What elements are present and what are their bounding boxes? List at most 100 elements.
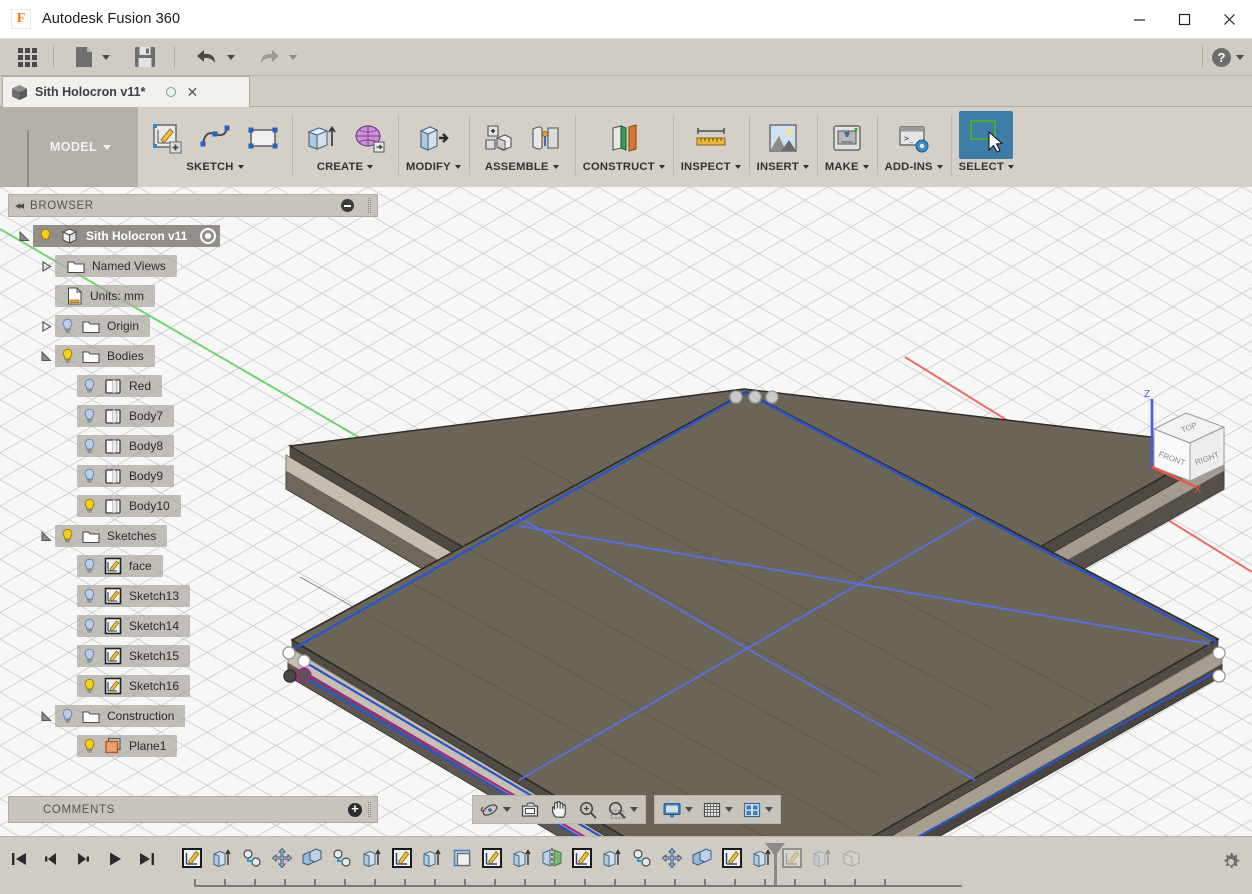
light-bulb-icon[interactable] bbox=[82, 738, 97, 754]
light-bulb-icon[interactable] bbox=[82, 378, 97, 394]
display-settings-icon[interactable] bbox=[658, 797, 697, 822]
light-bulb-icon[interactable] bbox=[60, 708, 75, 724]
timeline-settings-gear-icon[interactable] bbox=[1220, 851, 1242, 878]
tree-node-body[interactable]: Sketches bbox=[55, 525, 167, 547]
ribbon-group-label[interactable]: INSERT bbox=[757, 161, 809, 173]
browser-node-units[interactable]: Units: mm bbox=[38, 285, 378, 307]
help-icon[interactable]: ? bbox=[1212, 48, 1231, 67]
orbit-icon[interactable] bbox=[476, 797, 515, 822]
twisty-expanded-icon[interactable] bbox=[16, 225, 33, 247]
ribbon-group-label[interactable]: ADD-INS bbox=[885, 161, 943, 173]
timeline-body-icon[interactable] bbox=[838, 843, 866, 873]
tree-node-body[interactable]: Sketch13 bbox=[77, 585, 190, 607]
script-addin-icon[interactable]: >_ bbox=[893, 117, 935, 159]
timeline-sketch-icon[interactable] bbox=[718, 843, 746, 873]
timeline-mirror-icon[interactable] bbox=[538, 843, 566, 873]
workspace-selector[interactable]: MODEL bbox=[0, 107, 138, 187]
sculpt-form-icon[interactable] bbox=[348, 117, 390, 159]
comments-panel[interactable]: COMMENTS + bbox=[8, 796, 378, 823]
tree-node-body[interactable]: Sketch14 bbox=[77, 615, 190, 637]
light-bulb-icon[interactable] bbox=[60, 318, 75, 334]
ribbon-group-label[interactable]: MAKE bbox=[825, 161, 869, 173]
browser-node-red[interactable]: Red bbox=[60, 375, 378, 397]
activate-component-icon[interactable] bbox=[200, 228, 216, 244]
redo-icon[interactable] bbox=[251, 42, 303, 72]
browser-node-sketches[interactable]: Sketches bbox=[38, 525, 378, 547]
jump-to-beginning-icon[interactable] bbox=[8, 847, 30, 871]
add-comment-icon[interactable]: + bbox=[348, 803, 362, 817]
new-component-icon[interactable] bbox=[477, 117, 519, 159]
browser-node-body9[interactable]: Body9 bbox=[60, 465, 378, 487]
insert-image-icon[interactable] bbox=[762, 117, 804, 159]
tree-node-body[interactable]: Body9 bbox=[77, 465, 174, 487]
tree-node-body[interactable]: face bbox=[77, 555, 163, 577]
minimize-button[interactable] bbox=[1117, 0, 1162, 39]
browser-node-origin[interactable]: Origin bbox=[38, 315, 378, 337]
ribbon-group-label[interactable]: CREATE bbox=[317, 161, 373, 173]
select-cursor-icon[interactable] bbox=[959, 111, 1013, 159]
timeline-joint-icon[interactable] bbox=[628, 843, 656, 873]
timeline-extrude-icon[interactable] bbox=[358, 843, 386, 873]
rectangle-icon[interactable] bbox=[242, 117, 284, 159]
twisty-expanded-icon[interactable] bbox=[38, 345, 55, 367]
tree-node-body[interactable]: Sith Holocron v11 bbox=[33, 225, 220, 247]
step-back-icon[interactable] bbox=[40, 847, 62, 871]
timeline-extrude-icon[interactable] bbox=[598, 843, 626, 873]
light-bulb-icon[interactable] bbox=[82, 618, 97, 634]
timeline-track[interactable] bbox=[178, 843, 1192, 893]
create-sketch-icon[interactable] bbox=[146, 117, 188, 159]
tree-node-body[interactable]: Plane1 bbox=[77, 735, 177, 757]
timeline-sketch-icon[interactable] bbox=[178, 843, 206, 873]
construction-plane-icon[interactable] bbox=[603, 117, 645, 159]
light-bulb-icon[interactable] bbox=[38, 228, 53, 244]
chevron-down-icon[interactable] bbox=[1236, 55, 1244, 60]
timeline-extrude-icon[interactable] bbox=[418, 843, 446, 873]
light-bulb-icon[interactable] bbox=[82, 678, 97, 694]
light-bulb-icon[interactable] bbox=[82, 558, 97, 574]
tree-node-body[interactable]: Bodies bbox=[55, 345, 155, 367]
tree-node-body[interactable]: Named Views bbox=[55, 255, 177, 277]
minimize-panel-icon[interactable] bbox=[341, 199, 354, 212]
ribbon-group-label[interactable]: MODIFY bbox=[406, 161, 461, 173]
tree-node-body[interactable]: Red bbox=[77, 375, 162, 397]
zoom-window-icon[interactable] bbox=[603, 797, 642, 822]
measure-icon[interactable] bbox=[690, 117, 732, 159]
twisty-expanded-icon[interactable] bbox=[38, 705, 55, 727]
joint-icon[interactable] bbox=[525, 117, 567, 159]
resize-grip-icon[interactable] bbox=[368, 198, 371, 213]
ribbon-group-label[interactable]: INSPECT bbox=[681, 161, 741, 173]
light-bulb-icon[interactable] bbox=[82, 438, 97, 454]
timeline-joint-icon[interactable] bbox=[238, 843, 266, 873]
close-tab-icon[interactable]: ✕ bbox=[186, 85, 198, 99]
extrude-icon[interactable] bbox=[300, 117, 342, 159]
browser-node-bodies[interactable]: Bodies bbox=[38, 345, 378, 367]
save-icon[interactable] bbox=[128, 42, 162, 72]
twisty-collapsed-icon[interactable] bbox=[38, 255, 55, 277]
timeline-joint-icon[interactable] bbox=[328, 843, 356, 873]
tree-node-body[interactable]: Units: mm bbox=[55, 285, 155, 307]
press-pull-icon[interactable] bbox=[412, 117, 454, 159]
browser-root-node[interactable]: Sith Holocron v11 bbox=[16, 225, 378, 247]
resize-grip-icon[interactable] bbox=[368, 802, 371, 817]
timeline-move-icon[interactable] bbox=[268, 843, 296, 873]
light-bulb-icon[interactable] bbox=[82, 498, 97, 514]
play-icon[interactable] bbox=[104, 847, 126, 871]
tree-node-body[interactable]: Body8 bbox=[77, 435, 174, 457]
browser-node-plane1[interactable]: Plane1 bbox=[60, 735, 378, 757]
browser-node-body10[interactable]: Body10 bbox=[60, 495, 378, 517]
timeline-move-icon[interactable] bbox=[658, 843, 686, 873]
tree-node-body[interactable]: Body10 bbox=[77, 495, 181, 517]
browser-node-face[interactable]: face bbox=[60, 555, 378, 577]
sync-status-icon[interactable] bbox=[166, 87, 176, 97]
zoom-icon[interactable] bbox=[574, 797, 602, 822]
timeline-shell-icon[interactable] bbox=[448, 843, 476, 873]
maximize-button[interactable] bbox=[1162, 0, 1207, 39]
browser-node-sketch13[interactable]: Sketch13 bbox=[60, 585, 378, 607]
light-bulb-icon[interactable] bbox=[82, 648, 97, 664]
ribbon-group-label[interactable]: ASSEMBLE bbox=[485, 161, 559, 173]
document-tab[interactable]: Sith Holocron v11* ✕ bbox=[2, 76, 250, 107]
step-forward-icon[interactable] bbox=[72, 847, 94, 871]
timeline-combine-icon[interactable] bbox=[688, 843, 716, 873]
viewports-icon[interactable] bbox=[738, 797, 777, 822]
ribbon-group-label[interactable]: SELECT bbox=[959, 161, 1014, 173]
